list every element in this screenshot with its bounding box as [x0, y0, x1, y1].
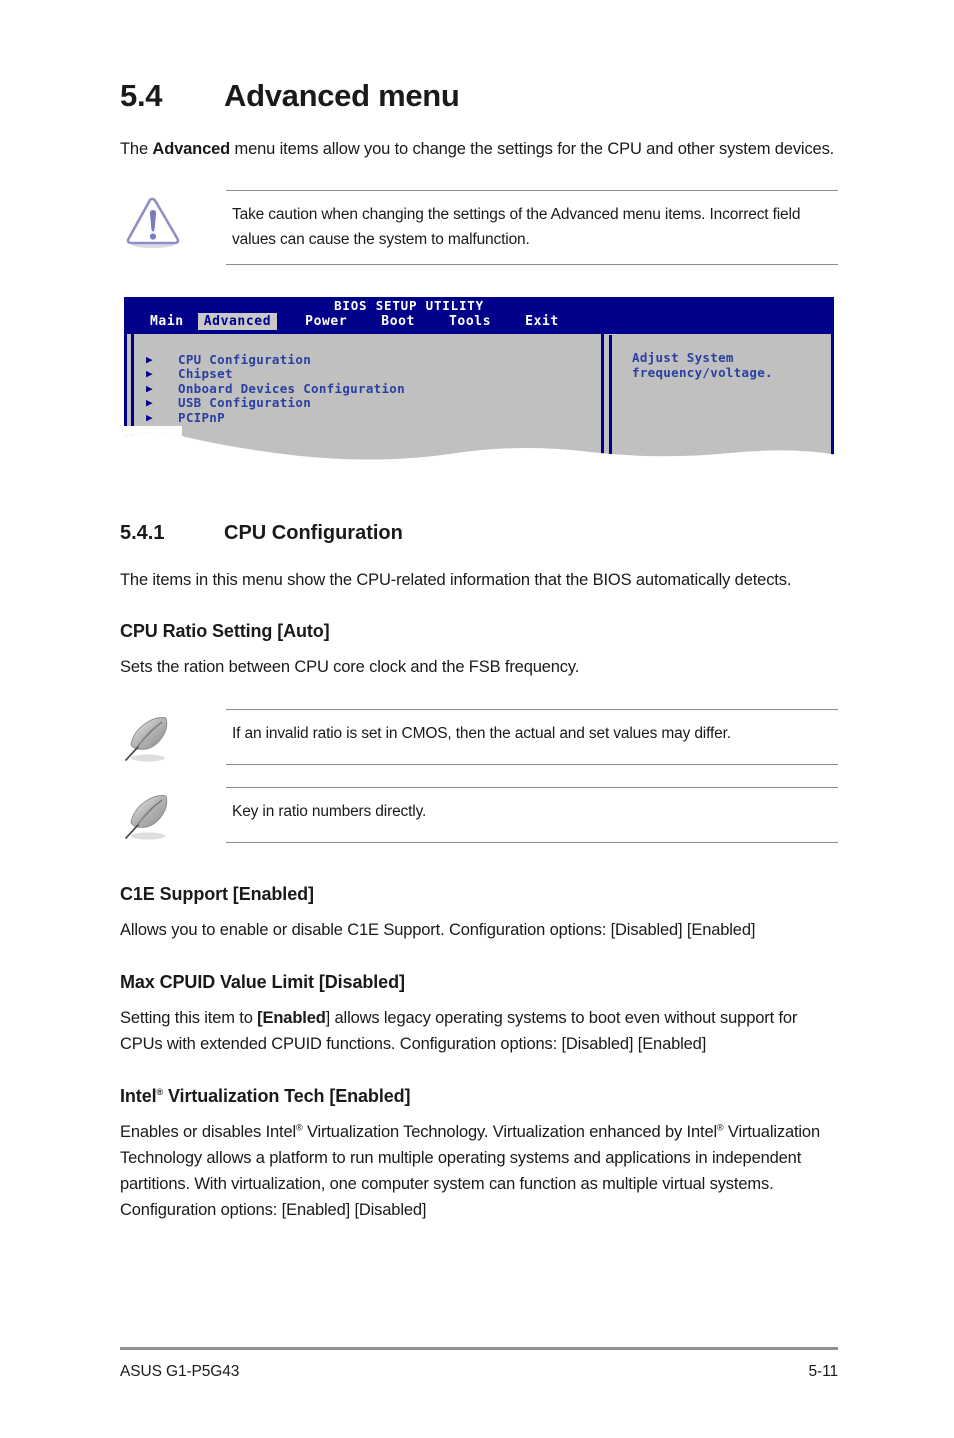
bios-torn-edge: [120, 426, 838, 460]
section-intro-prefix: The: [120, 140, 153, 158]
virtualization-body-part2: Virtualization Technology. Virtualizatio…: [302, 1123, 717, 1141]
document-page: 5.4 Advanced menu The Advanced menu item…: [0, 0, 954, 1438]
triangle-right-icon: ▶: [146, 396, 153, 410]
bios-utility-title: BIOS SETUP UTILITY: [334, 298, 484, 313]
note-1-icon-cell: [120, 709, 226, 765]
bios-tab-advanced[interactable]: Advanced: [197, 312, 278, 330]
bios-tab-tools[interactable]: Tools: [443, 313, 497, 330]
bios-screenshot: BIOS SETUP UTILITY Main Advanced Power B…: [120, 297, 838, 460]
section-intro-paragraph: The Advanced menu items allow you to cha…: [120, 136, 838, 162]
cpu-ratio-heading: CPU Ratio Setting [Auto]: [120, 621, 330, 641]
note-2-text-cell: Key in ratio numbers directly.: [226, 787, 838, 843]
bios-menu-item-label: PCIPnP: [178, 409, 225, 425]
note-1-text-cell: If an invalid ratio is set in CMOS, then…: [226, 709, 838, 765]
section-intro-suffix: menu items allow you to change the setti…: [230, 140, 835, 158]
triangle-right-icon: ▶: [146, 352, 153, 366]
bios-top-edge: [124, 330, 834, 334]
bios-tab-exit[interactable]: Exit: [519, 313, 565, 330]
bios-menu-item-chipset[interactable]: ▶ Chipset: [146, 366, 405, 382]
footer-page-number: 5-11: [808, 1363, 839, 1380]
c1e-body: Allows you to enable or disable C1E Supp…: [120, 921, 756, 939]
bios-menu-item-cpu-configuration[interactable]: ▶ CPU Configuration: [146, 352, 405, 367]
caution-text: Take caution when changing the settings …: [232, 206, 801, 248]
note-box-1: If an invalid ratio is set in CMOS, then…: [120, 709, 838, 765]
bios-titlebar: BIOS SETUP UTILITY Main Advanced Power B…: [124, 297, 834, 330]
quill-note-icon: [125, 795, 168, 840]
bios-menu-list: ▶ CPU Configuration ▶ Chipset ▶ Onboard …: [146, 352, 405, 425]
section-intro-bold: Advanced: [152, 140, 231, 158]
bios-menu-item-usb-configuration[interactable]: ▶ USB Configuration: [146, 395, 405, 411]
bios-help-panel-text: Adjust System frequency/voltage.: [632, 350, 773, 380]
cpu-ratio-body: Sets the ration between CPU core clock a…: [120, 658, 580, 676]
bios-menu-item-onboard-devices-configuration[interactable]: ▶ Onboard Devices Configuration: [146, 381, 405, 396]
section-number: 5.4: [120, 78, 163, 113]
caution-icon-cell: [120, 190, 226, 265]
caution-text-cell: Take caution when changing the settings …: [226, 190, 838, 265]
virtualization-body: Enables or disables Intel® Virtualizatio…: [120, 1119, 838, 1223]
virtualization-heading-part2: Virtualization Tech [Enabled]: [163, 1086, 411, 1106]
max-cpuid-body: Setting this item to [Enabled] allows le…: [120, 1005, 838, 1057]
note-2-icon-cell: [120, 787, 226, 843]
footer-divider: [120, 1347, 838, 1350]
triangle-right-icon: ▶: [146, 410, 153, 424]
page-content: 5.4 Advanced menu The Advanced menu item…: [120, 0, 838, 1223]
max-cpuid-body-bold: [Enabled: [257, 1009, 326, 1027]
virtualization-heading-part1: Intel: [120, 1086, 157, 1106]
section-heading: 5.4 Advanced menu: [120, 0, 838, 114]
bios-menu-item-label: Onboard Devices Configuration: [178, 380, 405, 396]
triangle-right-icon: ▶: [146, 367, 153, 381]
note-1-text: If an invalid ratio is set in CMOS, then…: [232, 725, 731, 742]
triangle-right-icon: ▶: [146, 381, 153, 395]
quill-note-icon: [125, 717, 168, 762]
c1e-heading: C1E Support [Enabled]: [120, 884, 314, 904]
subsection-heading: 5.4.1 CPU Configuration: [120, 522, 838, 545]
bios-tab-bar: Main Advanced Power Boot Tools Exit: [124, 312, 565, 330]
virtualization-body-part1: Enables or disables Intel: [120, 1123, 297, 1141]
bios-menu-item-pcipnp[interactable]: ▶ PCIPnP: [146, 410, 405, 425]
note-2-text: Key in ratio numbers directly.: [232, 803, 427, 820]
warning-triangle-icon: [126, 197, 180, 248]
virtualization-heading: Intel® Virtualization Tech [Enabled]: [120, 1086, 838, 1107]
bios-tab-boot[interactable]: Boot: [375, 313, 421, 330]
subsection-intro: The items in this menu show the CPU-rela…: [120, 571, 792, 589]
caution-box: Take caution when changing the settings …: [120, 190, 838, 265]
bios-tab-main[interactable]: Main: [144, 313, 190, 330]
note-box-2: Key in ratio numbers directly.: [120, 787, 838, 843]
bios-menu-item-label: Chipset: [178, 366, 233, 382]
max-cpuid-heading: Max CPUID Value Limit [Disabled]: [120, 972, 405, 992]
max-cpuid-body-part1: Setting this item to: [120, 1009, 258, 1027]
section-title: Advanced menu: [224, 78, 460, 113]
bios-tab-power[interactable]: Power: [299, 313, 353, 330]
subsection-title: CPU Configuration: [224, 522, 403, 544]
bios-menu-item-label: USB Configuration: [178, 395, 312, 411]
subsection-number: 5.4.1: [120, 522, 165, 544]
bios-menu-item-label: CPU Configuration: [178, 351, 312, 367]
